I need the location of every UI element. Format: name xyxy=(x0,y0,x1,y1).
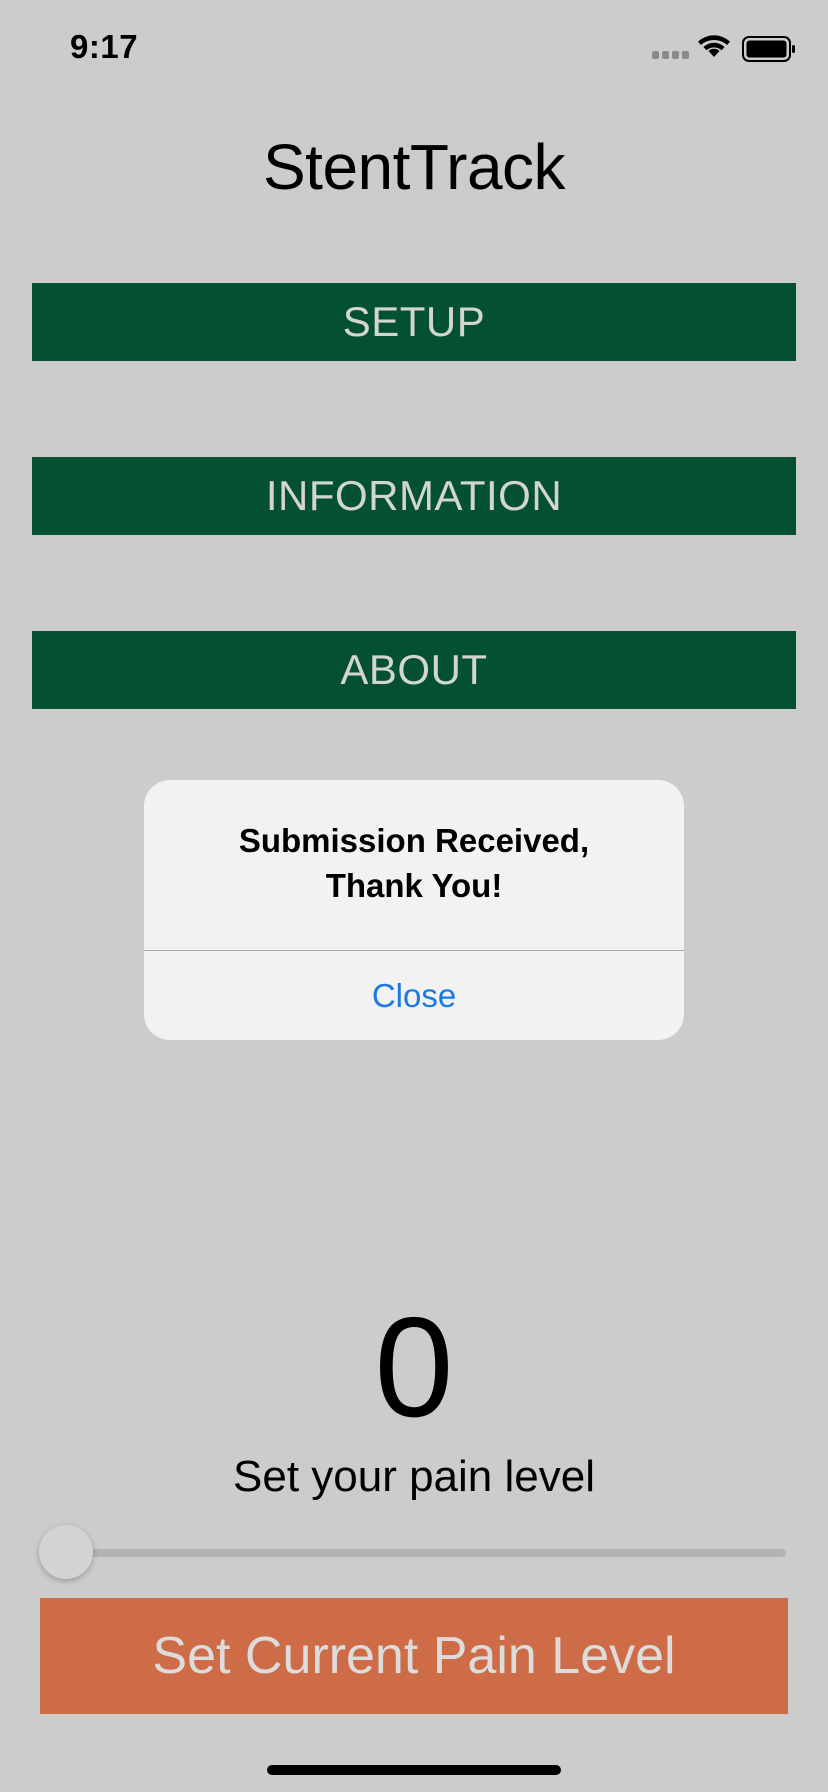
alert-title-line-1: Submission Received, xyxy=(238,822,590,859)
cellular-signal-icon xyxy=(652,51,689,59)
submission-alert: Submission Received, Thank You! Close xyxy=(144,780,684,1040)
status-bar-time: 9:17 xyxy=(70,28,139,65)
setup-button[interactable]: SETUP xyxy=(32,283,796,361)
alert-close-button[interactable]: Close xyxy=(144,951,684,1040)
home-indicator xyxy=(267,1765,561,1775)
pain-slider-thumb[interactable] xyxy=(39,1525,93,1579)
pain-slider-track[interactable] xyxy=(66,1549,786,1557)
wifi-icon xyxy=(698,34,730,63)
pain-level-value: 0 xyxy=(374,1288,454,1447)
information-button[interactable]: INFORMATION xyxy=(32,457,796,535)
alert-title: Submission Received, Thank You! xyxy=(184,818,644,908)
pain-level-caption: Set your pain level xyxy=(233,1452,595,1501)
about-button[interactable]: ABOUT xyxy=(32,631,796,709)
app-title: StentTrack xyxy=(262,131,566,203)
battery-icon xyxy=(742,36,796,67)
set-pain-level-button[interactable]: Set Current Pain Level xyxy=(40,1598,788,1714)
alert-title-line-2: Thank You! xyxy=(325,867,503,904)
